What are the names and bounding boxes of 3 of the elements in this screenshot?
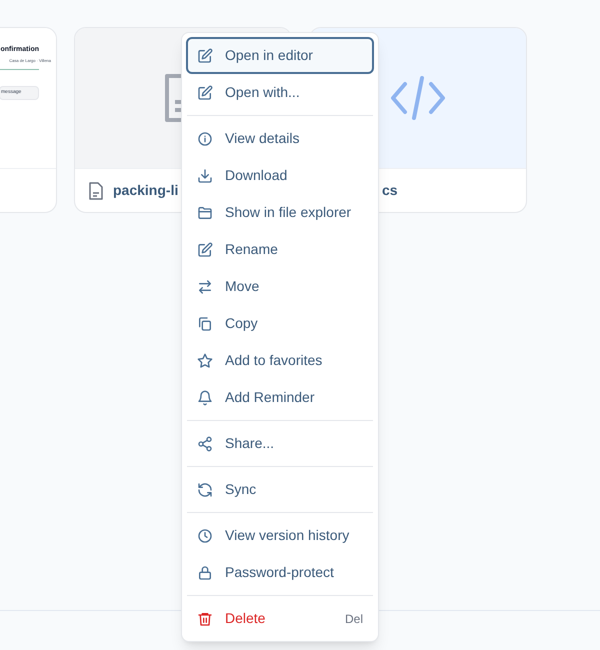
- file-name: cs: [382, 181, 398, 200]
- file-name: packing-li: [113, 181, 178, 200]
- shortcut-hint: Del: [344, 610, 363, 628]
